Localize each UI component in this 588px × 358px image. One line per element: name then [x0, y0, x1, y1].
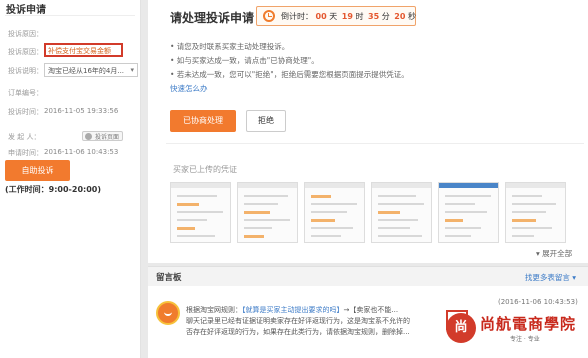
evidence-thumbnail[interactable] — [371, 182, 432, 243]
complaint-time-value: 2016-11-05 19:33:56 — [44, 107, 119, 115]
evidence-thumbnail[interactable] — [304, 182, 365, 243]
complaint-description-select[interactable]: 淘宝已经从16年的4月... ▾ — [44, 63, 138, 77]
tip-line: • 请您及时联系买家主动处理投诉。 — [170, 42, 290, 51]
complaint-reason-value: 补偿支付宝交易金额 — [44, 43, 123, 57]
initiator-badge[interactable]: 投诉页面 — [82, 131, 124, 141]
rule-link[interactable]: 【就算是买家主动提出要求的吗】 — [242, 306, 344, 314]
instruction-tips: • 请您及时联系买家主动处理投诉。 • 如与买家达成一致，请点击"已协商处理"。… — [170, 40, 409, 96]
watermark: 尚 尚航電商學院 专注 · 专业 — [446, 312, 586, 356]
sidebar-title: 投诉申请 — [6, 5, 46, 16]
chevron-down-icon: ▾ — [130, 66, 134, 74]
select-value: 淘宝已经从16年的4月... — [48, 67, 125, 75]
tip-line: • 若未达成一致，您可以"拒绝"，拒绝后需要您根据页面提示提供凭证。 — [170, 70, 409, 79]
field-label: 订单编号： — [8, 89, 43, 97]
field-label: 发 起 人： — [8, 133, 41, 141]
watermark-subtitle: 专注 · 专业 — [510, 336, 540, 343]
chevron-down-icon: ▾ — [569, 273, 576, 282]
evidence-thumbnail[interactable] — [438, 182, 499, 243]
evidence-thumbnail[interactable] — [237, 182, 298, 243]
field-label: 投诉时间： — [8, 108, 43, 116]
field-label: 投诉原因： — [8, 30, 43, 38]
tip-line: • 如与买家达成一致，请点击"已协商处理"。 — [170, 56, 319, 65]
message-board-title: 留言板 — [156, 273, 182, 283]
complaint-sidebar: 投诉申请 投诉原因： 投诉原因： 补偿支付宝交易金额 投诉说明： 淘宝已经从16… — [0, 0, 141, 358]
self-service-complaint-button[interactable]: 自助投诉 — [5, 160, 70, 181]
more-messages-link[interactable]: 找更多表留言 ▾ — [525, 272, 576, 283]
avatar — [156, 301, 180, 325]
evidence-title: 买家已上传的凭证 — [173, 165, 237, 174]
page-title: 请处理投诉申请 — [170, 11, 255, 25]
clock-icon — [263, 10, 275, 22]
apply-time-value: 2016-11-06 10:43:53 — [44, 148, 119, 156]
evidence-thumbnail[interactable] — [505, 182, 566, 243]
complaint-main-panel: 请处理投诉申请 倒计时： 00 天 19 时 35 分 20 秒 • 请您及时联… — [148, 0, 588, 263]
field-label: 投诉说明： — [8, 67, 43, 75]
message-board-header: 留言板 找更多表留言 ▾ — [148, 266, 588, 286]
working-hours: (工作时间：9:00-20:00) — [5, 185, 101, 194]
evidence-thumbnail[interactable] — [170, 182, 231, 243]
divider — [166, 143, 584, 144]
negotiated-button[interactable]: 已协商处理 — [170, 110, 236, 132]
expand-all-link[interactable]: ▾ 展开全部 — [536, 248, 572, 259]
user-icon — [85, 133, 92, 140]
reject-button[interactable]: 拒绝 — [246, 110, 286, 132]
divider — [5, 15, 135, 16]
watermark-logo-icon: 尚 — [446, 313, 476, 343]
watermark-text: 尚航電商學院 — [480, 315, 577, 333]
field-label: 投诉原因： — [8, 48, 43, 56]
help-link[interactable]: 快速怎么办 — [170, 82, 409, 96]
countdown-timer: 倒计时： 00 天 19 时 35 分 20 秒 — [256, 6, 416, 26]
field-label: 申请时间： — [8, 149, 43, 157]
